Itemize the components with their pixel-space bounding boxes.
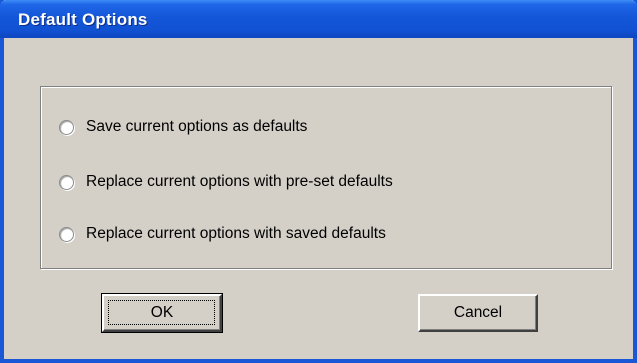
focus-rectangle: [108, 300, 215, 325]
cancel-button[interactable]: Cancel: [418, 294, 538, 332]
dialog-title: Default Options: [18, 10, 148, 29]
option-label: Replace current options with pre-set def…: [86, 173, 393, 190]
options-groupbox: Save current options as defaults Replace…: [40, 86, 612, 269]
title-bar[interactable]: Default Options: [0, 0, 637, 38]
default-options-dialog: Default Options Save current options as …: [0, 0, 637, 363]
option-save-current[interactable]: Save current options as defaults: [59, 116, 307, 138]
option-label: Save current options as defaults: [86, 118, 308, 135]
radio-button-replace-saved[interactable]: [59, 226, 74, 242]
radio-button-replace-preset[interactable]: [59, 174, 74, 190]
ok-button[interactable]: OK: [101, 293, 223, 333]
radio-button-save-current[interactable]: [59, 119, 74, 135]
dialog-body: Save current options as defaults Replace…: [4, 38, 633, 359]
option-replace-preset[interactable]: Replace current options with pre-set def…: [59, 171, 393, 193]
option-replace-saved[interactable]: Replace current options with saved defau…: [59, 223, 386, 245]
option-label: Replace current options with saved defau…: [86, 225, 386, 242]
cancel-button-label: Cancel: [453, 304, 503, 321]
